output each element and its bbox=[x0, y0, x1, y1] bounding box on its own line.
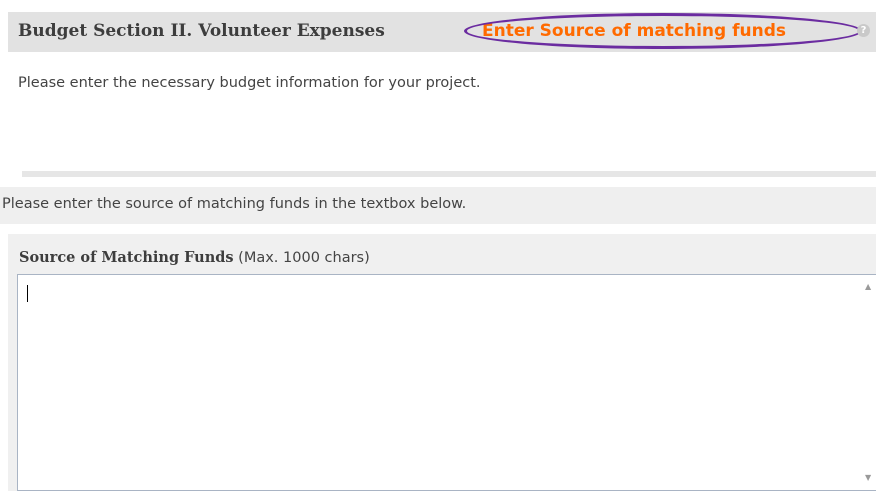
section-divider bbox=[22, 171, 876, 177]
scroll-up-arrow-icon[interactable]: ▲ bbox=[865, 283, 871, 291]
field-label-hint: (Max. 1000 chars) bbox=[233, 250, 370, 266]
instruction-text: Please enter the source of matching fund… bbox=[2, 196, 467, 212]
enter-matching-funds-link[interactable]: Enter Source of matching funds bbox=[482, 21, 786, 41]
source-of-funds-panel: Source of Matching Funds (Max. 1000 char… bbox=[8, 234, 876, 491]
instruction-bar: Please enter the source of matching fund… bbox=[0, 187, 876, 224]
help-icon[interactable]: ? bbox=[857, 24, 870, 37]
field-label: Source of Matching Funds (Max. 1000 char… bbox=[19, 249, 370, 266]
field-label-title: Source of Matching Funds bbox=[19, 249, 234, 266]
section-header: Budget Section II. Volunteer Expenses En… bbox=[8, 12, 876, 52]
textarea-scrollbar[interactable]: ▲ ▼ bbox=[862, 275, 876, 490]
source-of-funds-textarea[interactable]: ▲ ▼ bbox=[17, 274, 876, 491]
text-cursor bbox=[27, 285, 28, 302]
section-description: Please enter the necessary budget inform… bbox=[18, 75, 481, 91]
scroll-down-arrow-icon[interactable]: ▼ bbox=[865, 474, 871, 482]
budget-section-panel: Budget Section II. Volunteer Expenses En… bbox=[8, 12, 876, 180]
section-title: Budget Section II. Volunteer Expenses bbox=[18, 21, 385, 41]
